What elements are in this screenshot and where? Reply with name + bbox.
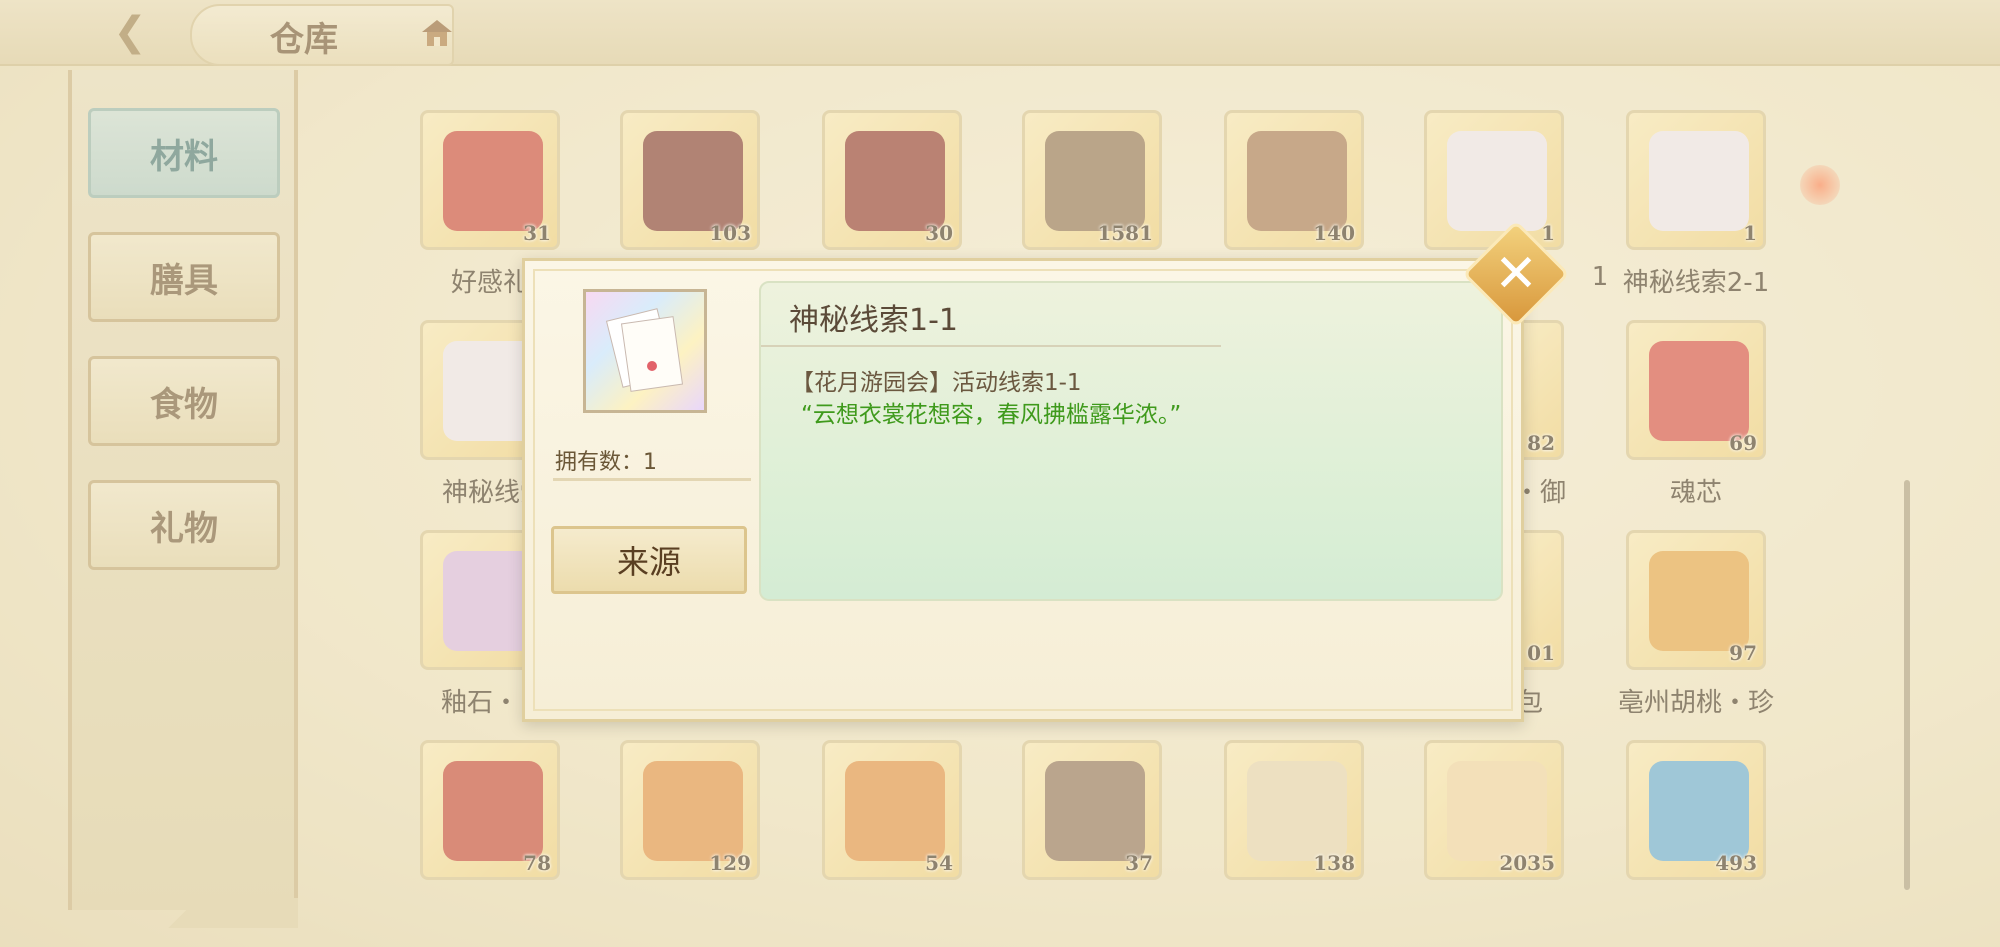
clue-card-icon xyxy=(605,308,684,392)
source-button[interactable]: 来源 xyxy=(551,526,747,594)
description-panel: 神秘线索1-1 【花月游园会】活动线索1-1 “云想衣裳花想容，春风拂槛露华浓。… xyxy=(759,281,1503,601)
item-description: 【花月游园会】活动线索1-1 xyxy=(791,370,1082,396)
source-button-label: 来源 xyxy=(616,543,681,581)
item-title: 神秘线索1-1 xyxy=(789,303,958,338)
item-icon xyxy=(583,289,707,413)
close-x-icon[interactable]: ✕ xyxy=(1478,236,1554,312)
item-quote: “云想衣裳花想容，春风拂槛露华浓。” xyxy=(801,402,1182,428)
owned-count: 拥有数：1 xyxy=(555,450,657,475)
divider xyxy=(761,345,1221,347)
divider xyxy=(553,478,751,481)
item-detail-modal: 拥有数：1 来源 神秘线索1-1 【花月游园会】活动线索1-1 “云想衣裳花想容… xyxy=(522,258,1524,722)
